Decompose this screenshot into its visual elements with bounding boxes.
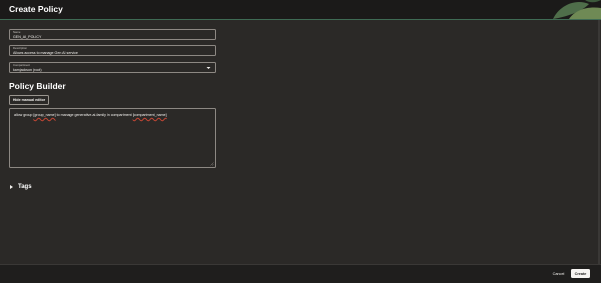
panel-scrollbar[interactable]	[598, 20, 600, 264]
chevron-right-icon	[10, 185, 13, 189]
policy-statement-text: allow group [group_name] to manage gener…	[14, 113, 167, 117]
compartment-select-label: Compartment	[13, 63, 30, 67]
group-name-token: [group_name]	[33, 113, 56, 117]
compartment-select-value: kamjackson (root)	[13, 68, 42, 72]
resize-grip-icon[interactable]	[210, 162, 214, 166]
header-divider	[0, 19, 601, 20]
compartment-name-token: [compartment_name]	[132, 113, 167, 117]
statement-middle: to manage generative-ai-family in compar…	[55, 113, 133, 117]
description-field[interactable]: Description Allows access to manage Gen …	[9, 45, 216, 56]
tags-section-toggle[interactable]: Tags	[9, 184, 32, 190]
name-field[interactable]: Name GEN_AI_POLICY	[9, 29, 216, 40]
policy-statement-editor[interactable]: allow group [group_name] to manage gener…	[9, 108, 216, 168]
create-button[interactable]: Create	[571, 269, 590, 278]
name-field-value: GEN_AI_POLICY	[13, 35, 42, 39]
name-field-label: Name	[13, 30, 21, 34]
policy-builder-heading: Policy Builder	[9, 81, 66, 91]
cancel-button[interactable]: Cancel	[548, 269, 569, 278]
compartment-select[interactable]: Compartment kamjackson (root)	[9, 62, 216, 73]
statement-prefix: allow group	[14, 113, 34, 117]
footer-bar	[0, 264, 601, 283]
page-title: Create Policy	[9, 4, 63, 14]
page-header: Create Policy	[0, 0, 601, 19]
description-field-label: Description	[13, 46, 27, 50]
tags-label: Tags	[18, 184, 32, 190]
hide-manual-editor-button[interactable]: Hide manual editor	[9, 95, 49, 105]
description-field-value: Allows access to manage Gen AI service	[13, 51, 78, 55]
chevron-down-icon[interactable]	[206, 66, 211, 70]
header-leaf-decoration	[553, 0, 601, 19]
